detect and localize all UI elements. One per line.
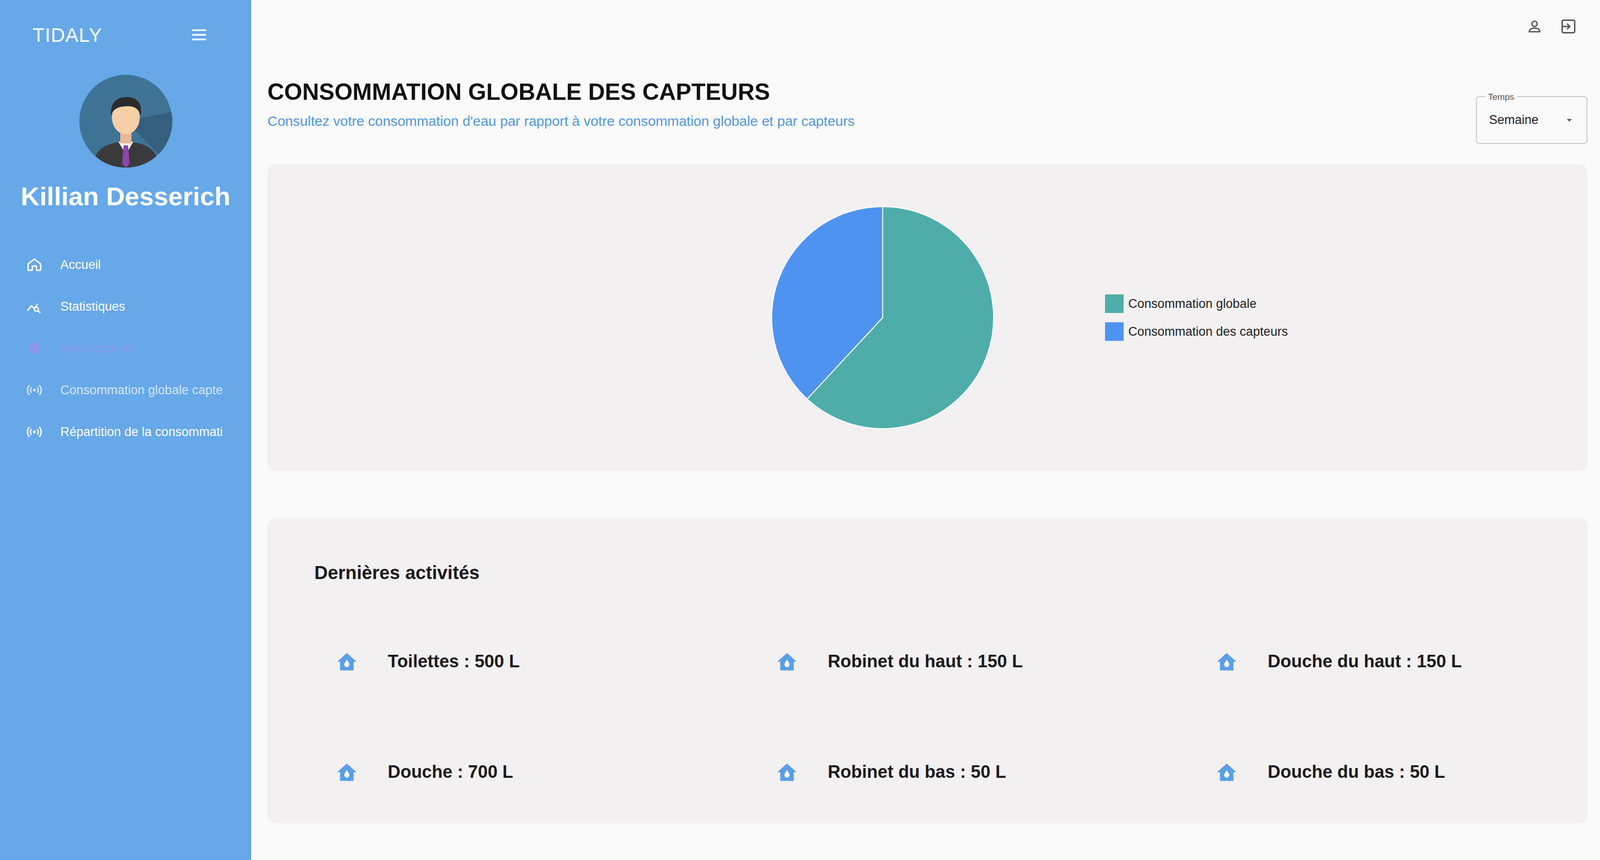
activities-card: Dernières activités Toilettes : 500 L Rob…	[267, 517, 1588, 824]
signal-icon	[26, 423, 43, 441]
water-house-icon	[335, 650, 359, 674]
page-title: CONSOMMATION GLOBALE DES CAPTEURS	[267, 78, 855, 106]
water-house-icon	[1215, 760, 1239, 784]
home-icon	[26, 256, 43, 274]
time-select[interactable]: Temps Semaine	[1476, 96, 1588, 144]
user-name: Killian Desserich	[20, 181, 231, 211]
pie-chart	[770, 205, 995, 430]
activity-label: Douche : 700 L	[387, 758, 514, 786]
caret-icon	[1564, 115, 1575, 126]
chart-legend: Consommation globale Consommation des cap…	[1105, 294, 1288, 342]
legend-label: Consommation des capteurs	[1128, 322, 1288, 342]
topbar	[251, 0, 1600, 53]
logo[interactable]: TIDALY	[32, 20, 103, 50]
avatar-icon[interactable]	[79, 74, 173, 168]
sidebar-item-label: Consommation globale capte	[60, 380, 228, 400]
legend-item[interactable]: Consommation des capteurs	[1105, 322, 1288, 342]
sensor-icon	[26, 339, 43, 357]
sidebar-item[interactable]: Statistiques	[0, 285, 252, 328]
activities-grid: Toilettes : 500 L Robinet du haut : 150 L…	[267, 648, 1588, 786]
logout-icon[interactable]	[1560, 18, 1577, 35]
legend-swatch	[1105, 322, 1124, 341]
activity-item: Robinet du bas : 50 L	[707, 758, 1148, 786]
sidebar-item-label: Statistiques	[60, 297, 228, 317]
sidebar: TIDALY Killian Desserich Accuei	[0, 0, 252, 860]
page-header: CONSOMMATION GLOBALE DES CAPTEURS Consul…	[251, 52, 1600, 144]
activity-item: Toilettes : 500 L	[267, 648, 708, 675]
page-subtitle: Consultez votre consommation d'eau par r…	[267, 110, 855, 132]
legend-item[interactable]: Consommation globale	[1105, 294, 1288, 314]
activity-label: Robinet du haut : 150 L	[827, 648, 1023, 675]
water-house-icon	[1215, 650, 1239, 674]
legend-label: Consommation globale	[1128, 294, 1257, 314]
sidebar-item[interactable]: Consommation globale capte	[0, 369, 252, 411]
sidebar-item-label: Mes capteurs	[60, 338, 228, 358]
water-house-icon	[335, 760, 359, 784]
time-select-label: Temps	[1485, 90, 1517, 105]
activity-item: Douche du bas : 50 L	[1147, 758, 1588, 786]
sidebar-item[interactable]: Accueil	[0, 243, 252, 286]
activities-title: Dernières activités	[267, 558, 1588, 587]
stats-icon	[26, 298, 43, 315]
heading: CONSOMMATION GLOBALE DES CAPTEURS Consul…	[267, 52, 855, 132]
activity-label: Douche du bas : 50 L	[1267, 758, 1445, 786]
sidebar-nav: Accueil Statistiques Mes capteurs Consommat…	[0, 243, 252, 453]
water-house-icon	[775, 760, 799, 784]
user-icon[interactable]	[1526, 18, 1543, 35]
activity-item: Robinet du haut : 150 L	[707, 648, 1148, 675]
pie-slice[interactable]	[771, 206, 883, 399]
menu-icon[interactable]	[189, 25, 209, 45]
chart-card: Consommation globale Consommation des cap…	[267, 164, 1588, 471]
activity-item: Douche : 700 L	[267, 758, 708, 786]
activity-label: Toilettes : 500 L	[387, 648, 520, 675]
main: CONSOMMATION GLOBALE DES CAPTEURS Consul…	[251, 0, 1600, 860]
activity-label: Robinet du bas : 50 L	[827, 758, 1007, 786]
user-name-wrap: Killian Desserich	[0, 176, 252, 216]
sidebar-header: TIDALY	[0, 0, 252, 70]
sidebar-item[interactable]: Répartition de la consommati	[0, 410, 252, 453]
signal-icon	[26, 381, 43, 399]
sidebar-item-label: Répartition de la consommati	[60, 422, 228, 442]
app: TIDALY Killian Desserich Accuei	[0, 0, 1600, 860]
avatar-wrap	[0, 74, 252, 168]
sidebar-item[interactable]: Mes capteurs	[0, 327, 252, 370]
time-select-value: Semaine	[1489, 110, 1565, 130]
sidebar-item-label: Accueil	[60, 255, 228, 275]
water-house-icon	[775, 650, 799, 674]
activity-label: Douche du haut : 150 L	[1267, 648, 1462, 675]
activity-item: Douche du haut : 150 L	[1147, 648, 1588, 675]
legend-swatch	[1105, 294, 1124, 313]
